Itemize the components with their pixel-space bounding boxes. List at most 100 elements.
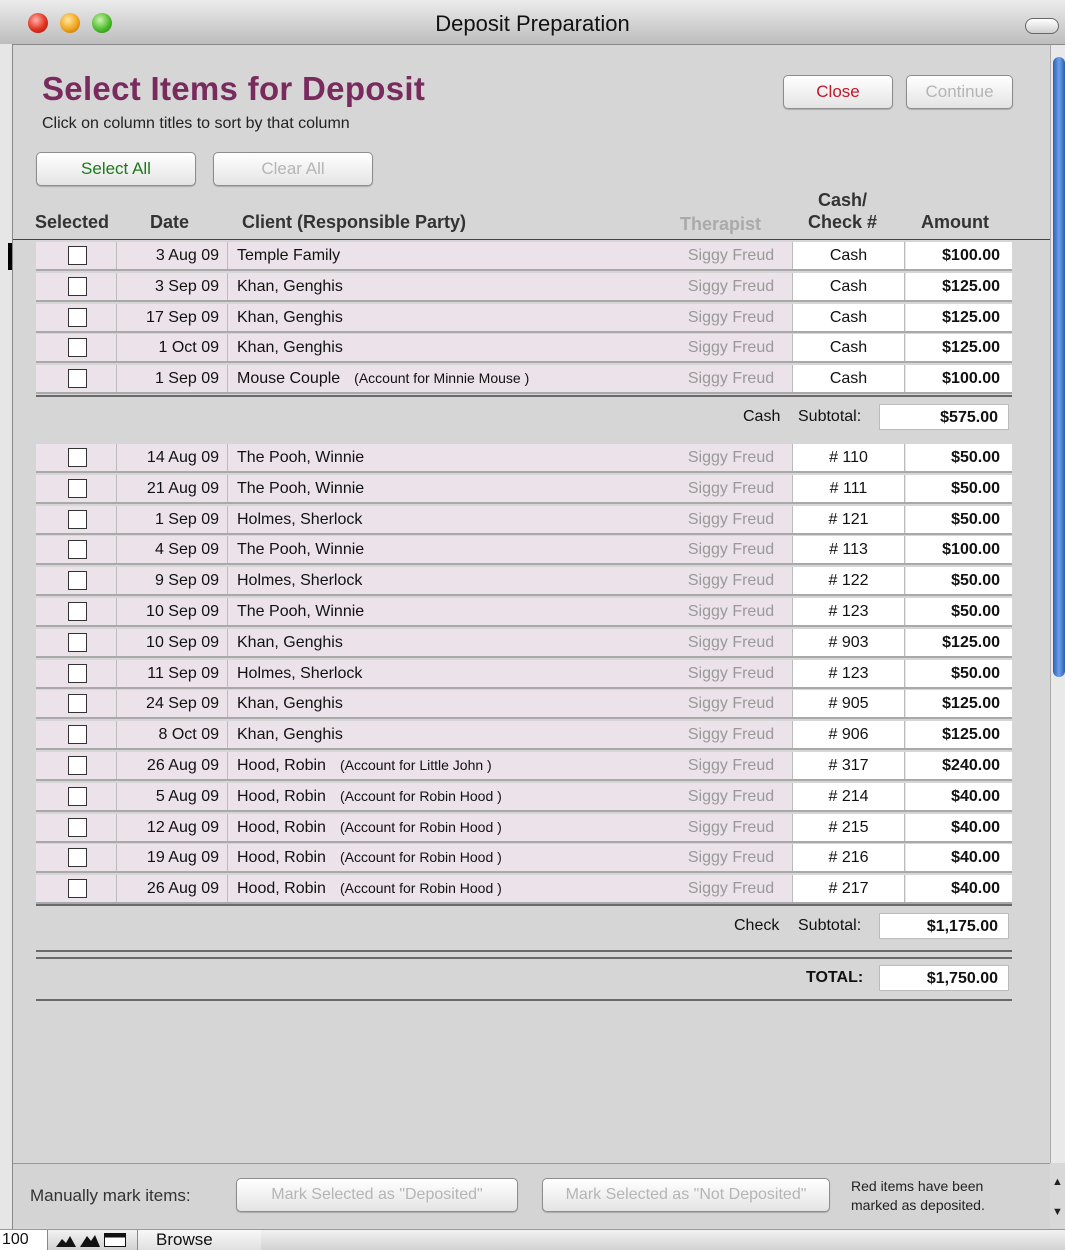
scroll-thumb[interactable] — [1053, 57, 1065, 677]
client-name: Holmes, Sherlock — [237, 510, 363, 528]
column-header-client[interactable]: Client (Responsible Party) — [242, 212, 466, 233]
table-row[interactable]: 12 Aug 09 Hood, Robin (Account for Robin H… — [36, 813, 1012, 843]
table-row[interactable]: 26 Aug 09 Hood, Robin (Account for Little … — [36, 752, 1012, 781]
table-row[interactable]: 26 Aug 09 Hood, Robin (Account for Robin H… — [36, 875, 1012, 905]
clear-all-button[interactable]: Clear All — [213, 152, 373, 186]
continue-button[interactable]: Continue — [906, 75, 1013, 109]
therapist-cell: Siggy Freud — [687, 277, 775, 295]
table-row[interactable]: 19 Aug 09 Hood, Robin (Account for Robin H… — [36, 844, 1012, 874]
table-row[interactable]: 9 Sep 09 Holmes, Sherlock Siggy Freud # 122… — [36, 567, 1012, 597]
select-all-button[interactable]: Select All — [36, 152, 196, 186]
select-cell[interactable] — [36, 242, 117, 269]
select-cell[interactable] — [36, 567, 117, 595]
select-checkbox[interactable] — [68, 338, 87, 358]
select-checkbox[interactable] — [68, 602, 87, 621]
select-checkbox[interactable] — [68, 817, 87, 837]
date-cell: 10 Sep 09 — [118, 628, 228, 656]
select-checkbox[interactable] — [68, 663, 87, 683]
table-row[interactable]: 10 Sep 09 Khan, Genghis Siggy Freud # 903 $1… — [36, 628, 1012, 658]
select-cell[interactable] — [36, 536, 117, 564]
table-row[interactable]: 10 Sep 09 The Pooh, Winnie Siggy Freud # 12… — [36, 598, 1012, 627]
mark-not-deposited-button[interactable]: Mark Selected as "Not Deposited" — [542, 1178, 830, 1212]
table-row[interactable]: 1 Oct 09 Khan, Genghis Siggy Freud Cash $125… — [36, 334, 1012, 364]
check-section-divider — [36, 904, 1012, 906]
select-checkbox[interactable] — [68, 571, 87, 591]
column-header-selected[interactable]: Selected — [35, 212, 109, 233]
check-subtotal-value: $1,175.00 — [879, 913, 1009, 939]
mark-deposited-button[interactable]: Mark Selected as "Deposited" — [236, 1178, 518, 1212]
table-row[interactable]: 5 Aug 09 Hood, Robin (Account for Robin Ho… — [36, 782, 1012, 812]
select-checkbox[interactable] — [68, 478, 87, 498]
table-row[interactable]: 3 Sep 09 Khan, Genghis Siggy Freud Cash $125… — [36, 272, 1012, 302]
select-cell[interactable] — [36, 752, 117, 779]
select-cell[interactable] — [36, 334, 117, 362]
select-cell[interactable] — [36, 272, 117, 300]
select-cell[interactable] — [36, 782, 117, 810]
select-cell[interactable] — [36, 659, 117, 687]
select-checkbox[interactable] — [68, 879, 87, 899]
select-cell[interactable] — [36, 365, 117, 393]
column-header-date[interactable]: Date — [150, 212, 189, 233]
total-divider-top-2 — [36, 957, 1012, 959]
column-header-therapist[interactable]: Therapist — [680, 214, 761, 235]
zoom-mountains-large-icon[interactable] — [80, 1233, 100, 1247]
table-row[interactable]: 11 Sep 09 Holmes, Sherlock Siggy Freud # 12… — [36, 659, 1012, 689]
amount-cell: $125.00 — [906, 272, 1012, 300]
check-subtotal-type: Check — [734, 917, 780, 934]
select-cell[interactable] — [36, 628, 117, 656]
select-cell[interactable] — [36, 303, 117, 331]
select-cell[interactable] — [36, 444, 117, 471]
client-name: Khan, Genghis — [237, 277, 343, 295]
table-row[interactable]: 8 Oct 09 Khan, Genghis Siggy Freud # 906 $12… — [36, 721, 1012, 751]
column-header-amount[interactable]: Amount — [921, 212, 989, 233]
select-checkbox[interactable] — [68, 694, 87, 714]
select-checkbox[interactable] — [68, 246, 87, 265]
select-checkbox[interactable] — [68, 307, 87, 327]
select-cell[interactable] — [36, 690, 117, 718]
select-checkbox[interactable] — [68, 756, 87, 775]
select-cell[interactable] — [36, 875, 117, 903]
select-checkbox[interactable] — [68, 786, 87, 806]
date-cell: 24 Sep 09 — [118, 690, 228, 718]
select-checkbox[interactable] — [68, 276, 87, 296]
status-area-toggle-icon[interactable] — [104, 1233, 126, 1247]
select-cell[interactable] — [36, 813, 117, 841]
table-row[interactable]: 1 Sep 09 Holmes, Sherlock Siggy Freud # 121… — [36, 505, 1012, 535]
table-row[interactable]: 4 Sep 09 The Pooh, Winnie Siggy Freud # 113… — [36, 536, 1012, 566]
select-checkbox[interactable] — [68, 725, 87, 745]
check-number-cell: # 123 — [792, 598, 905, 625]
zoom-mountains-icon[interactable] — [56, 1233, 76, 1247]
column-header-cash-check-line2[interactable]: Check # — [808, 212, 877, 233]
select-cell[interactable] — [36, 844, 117, 872]
select-cell[interactable] — [36, 505, 117, 533]
select-checkbox[interactable] — [68, 540, 87, 560]
amount-cell: $50.00 — [906, 505, 1012, 533]
vertical-scrollbar[interactable] — [1050, 45, 1065, 1163]
check-number-cell: # 214 — [792, 782, 905, 810]
table-row[interactable]: 21 Aug 09 The Pooh, Winnie Siggy Freud # 11… — [36, 474, 1012, 504]
close-button[interactable]: Close — [783, 75, 893, 109]
table-row[interactable]: 3 Aug 09 Temple Family Siggy Freud Cash $100… — [36, 242, 1012, 271]
client-cell: Holmes, Sherlock — [237, 660, 667, 687]
scroll-up-arrow-icon[interactable]: ▲ — [1052, 1176, 1063, 1188]
column-header-cash-check-line1[interactable]: Cash/ — [818, 190, 867, 211]
scroll-down-arrow-icon[interactable]: ▼ — [1052, 1206, 1063, 1218]
select-checkbox[interactable] — [68, 848, 87, 868]
zoom-level[interactable]: 100 — [0, 1230, 48, 1250]
select-checkbox[interactable] — [68, 632, 87, 652]
amount-cell: $40.00 — [906, 813, 1012, 841]
mode-indicator[interactable]: Browse — [137, 1230, 261, 1250]
select-checkbox[interactable] — [68, 509, 87, 529]
select-checkbox[interactable] — [68, 369, 87, 389]
manual-mark-label: Manually mark items: — [30, 1186, 191, 1205]
table-row[interactable]: 14 Aug 09 The Pooh, Winnie Siggy Freud # 11… — [36, 444, 1012, 473]
table-row[interactable]: 1 Sep 09 Mouse Couple (Account for Minnie … — [36, 365, 1012, 395]
select-checkbox[interactable] — [68, 448, 87, 467]
table-row[interactable]: 17 Sep 09 Khan, Genghis Siggy Freud Cash $12… — [36, 303, 1012, 333]
select-cell[interactable] — [36, 474, 117, 502]
select-cell[interactable] — [36, 721, 117, 749]
date-cell: 3 Sep 09 — [118, 272, 228, 300]
toolbar-toggle-icon[interactable] — [1025, 18, 1059, 34]
table-row[interactable]: 24 Sep 09 Khan, Genghis Siggy Freud # 905 $1… — [36, 690, 1012, 720]
select-cell[interactable] — [36, 598, 117, 625]
